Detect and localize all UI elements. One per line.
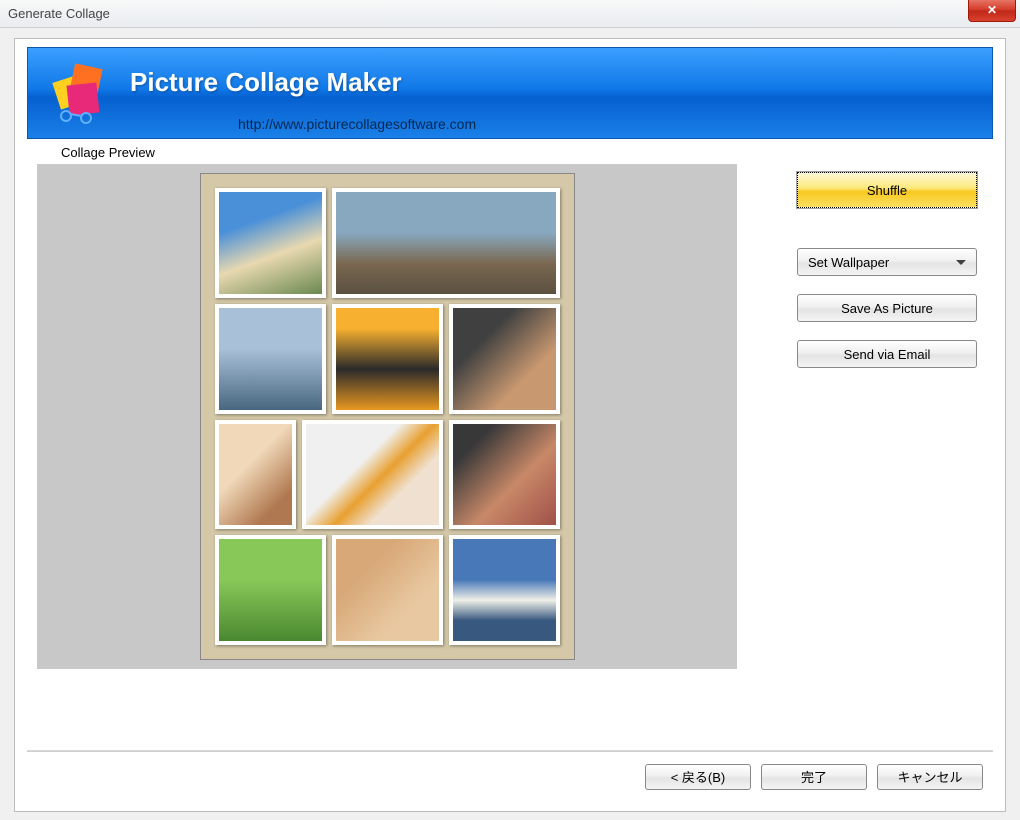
collage-photo (332, 304, 443, 414)
collage-photo (449, 420, 560, 530)
collage-photo (332, 188, 560, 298)
banner-url: http://www.picturecollagesoftware.com (238, 116, 476, 132)
footer: < 戻る(B) 完了 キャンセル (27, 751, 993, 801)
window-title: Generate Collage (8, 6, 110, 21)
collage-photo (332, 535, 443, 645)
collage-photo (215, 188, 326, 298)
chevron-down-icon (956, 260, 966, 265)
collage-photo (449, 304, 560, 414)
collage-preview-area (37, 164, 737, 669)
preview-section: Collage Preview (61, 145, 993, 164)
save-as-picture-button[interactable]: Save As Picture (797, 294, 977, 322)
generate-collage-dialog: Generate Collage ✕ Picture Collage Maker… (0, 0, 1020, 820)
titlebar: Generate Collage ✕ (0, 0, 1020, 28)
set-wallpaper-dropdown[interactable]: Set Wallpaper (797, 248, 977, 276)
preview-label: Collage Preview (61, 145, 993, 160)
content-panel: Picture Collage Maker http://www.picture… (14, 38, 1006, 812)
collage-canvas (200, 173, 575, 660)
cancel-button[interactable]: キャンセル (877, 764, 983, 790)
collage-photo (302, 420, 442, 530)
set-wallpaper-label: Set Wallpaper (808, 255, 889, 270)
collage-photo (449, 535, 560, 645)
collage-photo (215, 420, 297, 530)
close-icon: ✕ (987, 3, 997, 17)
banner-title: Picture Collage Maker (130, 67, 402, 98)
collage-photo (215, 304, 326, 414)
close-button[interactable]: ✕ (968, 0, 1016, 22)
app-logo-icon (46, 58, 116, 128)
actions-sidebar: Shuffle Set Wallpaper Save As Picture Se… (797, 172, 977, 738)
finish-button[interactable]: 完了 (761, 764, 867, 790)
send-via-email-button[interactable]: Send via Email (797, 340, 977, 368)
shuffle-button[interactable]: Shuffle (797, 172, 977, 208)
app-banner: Picture Collage Maker http://www.picture… (27, 47, 993, 139)
collage-photo (215, 535, 326, 645)
back-button[interactable]: < 戻る(B) (645, 764, 751, 790)
main-row: Shuffle Set Wallpaper Save As Picture Se… (27, 164, 993, 738)
